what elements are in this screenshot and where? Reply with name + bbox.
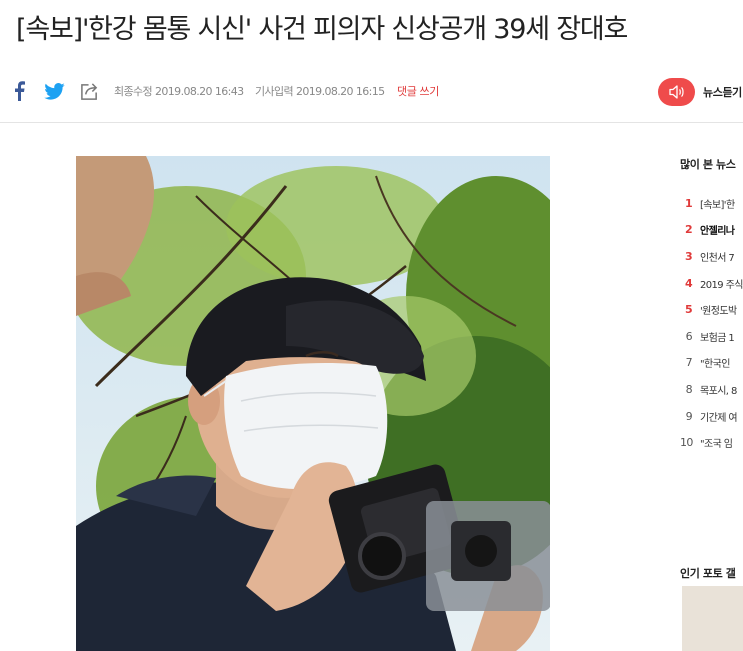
popular-news-list: 1 [속보]'한 2 안젤리나 3 인천서 7 4 2019 주식 5 '원정도… [680, 190, 743, 456]
rank-number: 8 [685, 382, 693, 396]
rank-number: 3 [684, 249, 693, 263]
popular-news-item[interactable]: 2 안젤리나 [680, 217, 743, 244]
popular-news-item[interactable]: 9 기간제 여 [680, 403, 743, 430]
news-title: "한국인 [700, 359, 730, 371]
article-photo [76, 156, 550, 651]
popular-news-item[interactable]: 6 보험금 1 [680, 323, 743, 350]
sidebar: 많이 본 뉴스 1 [속보]'한 2 안젤리나 3 인천서 7 4 2019 주… [680, 150, 743, 651]
rank-number: 5 [684, 303, 693, 317]
news-title: [속보]'한 [700, 199, 735, 211]
news-title: 안젤리나 [700, 226, 735, 238]
rank-number: 9 [685, 409, 693, 423]
rank-number: 6 [685, 329, 693, 343]
share-icon [80, 82, 97, 100]
rank-number: 7 [685, 356, 693, 370]
news-title: 보험금 1 [700, 332, 735, 344]
news-title: '원정도박 [700, 306, 737, 318]
share-button[interactable] [78, 80, 100, 102]
twitter-icon [43, 82, 65, 100]
article-headline: [속보]'한강 몸통 시신' 사건 피의자 신상공개 39세 장대호 [16, 14, 628, 45]
article-meta-bar: 최종수정 2019.08.20 16:43 기사입력 2019.08.20 16… [0, 74, 743, 110]
listen-news-button[interactable]: 뉴스듣기 [658, 78, 743, 106]
popular-news-title: 많이 본 뉴스 [680, 158, 736, 171]
registered-date: 기사입력 2019.08.20 16:15 [255, 85, 385, 98]
modified-date: 최종수정 2019.08.20 16:43 [114, 85, 244, 98]
popular-news-item[interactable]: 5 '원정도박 [680, 296, 743, 323]
popular-news-item[interactable]: 7 "한국인 [680, 350, 743, 377]
news-title: 2019 주식 [700, 279, 743, 291]
popular-news-item[interactable]: 3 인천서 7 [680, 243, 743, 270]
twitter-share-button[interactable] [42, 80, 66, 102]
rank-number: 10 [680, 436, 693, 450]
news-title: "조국 임 [700, 439, 733, 451]
rank-number: 4 [684, 276, 693, 290]
speaker-icon [658, 78, 695, 106]
rank-number: 1 [684, 196, 693, 210]
header-divider [0, 122, 743, 123]
listen-label: 뉴스듣기 [703, 86, 742, 99]
popular-photo-thumbnail[interactable] [682, 586, 743, 651]
popular-news-item[interactable]: 10 "조국 임 [680, 429, 743, 456]
facebook-share-button[interactable] [10, 80, 28, 102]
rank-number: 2 [684, 223, 693, 237]
news-title: 목포시, 8 [700, 385, 737, 397]
popular-news-item[interactable]: 4 2019 주식 [680, 270, 743, 297]
news-title: 기간제 여 [700, 412, 738, 424]
write-comment-link[interactable]: 댓글 쓰기 [397, 83, 439, 99]
popular-photo-title: 인기 포토 갤 [680, 567, 736, 580]
popular-news-item[interactable]: 1 [속보]'한 [680, 190, 743, 217]
news-title: 인천서 7 [700, 252, 735, 264]
facebook-icon [15, 81, 25, 101]
popular-news-item[interactable]: 8 목포시, 8 [680, 376, 743, 403]
